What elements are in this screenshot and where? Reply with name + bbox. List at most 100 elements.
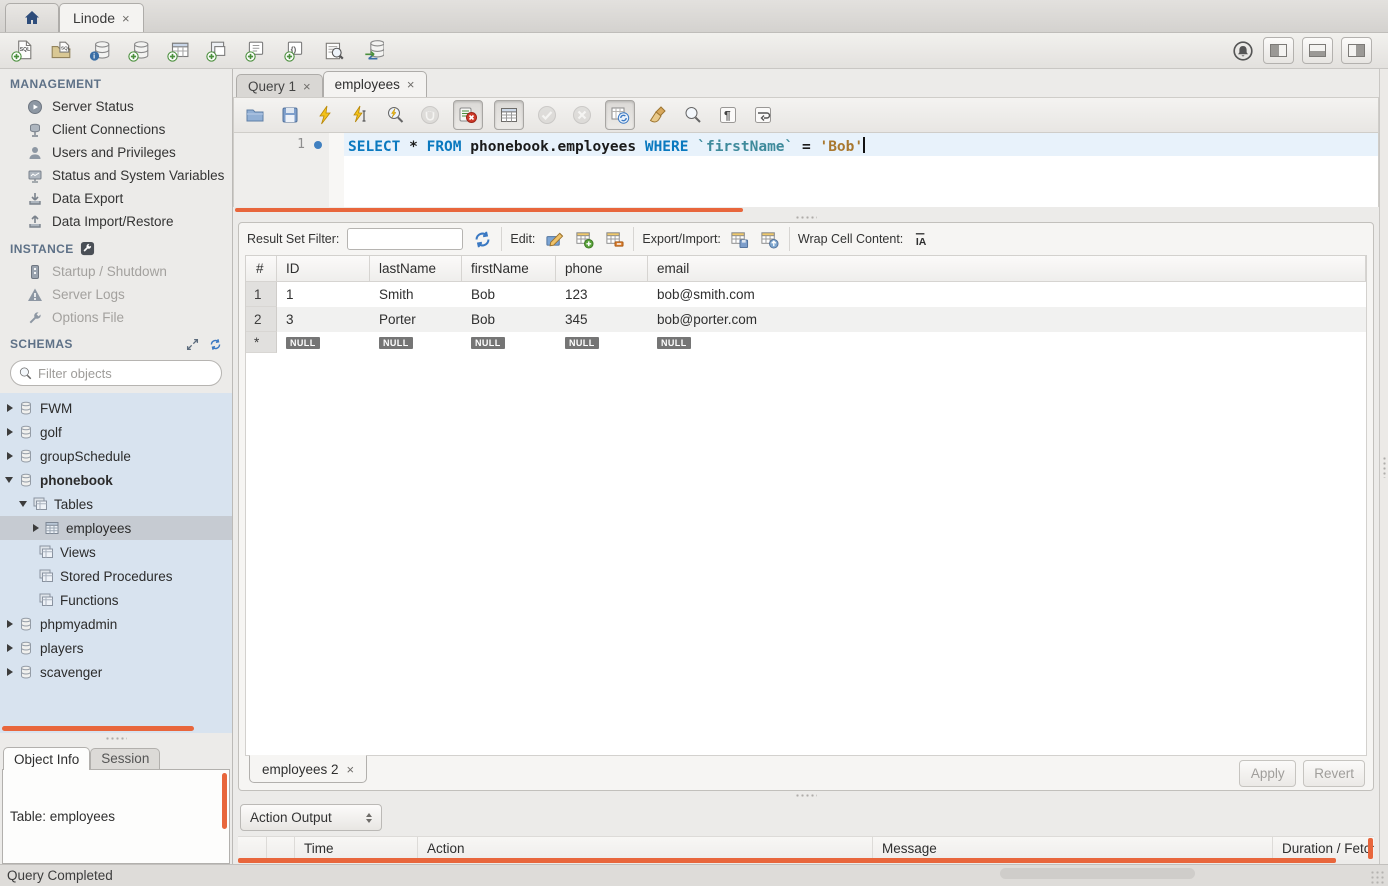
tree-item-stored-procedures-folder[interactable]: Stored Procedures xyxy=(0,564,232,588)
bottom-scrollbar-thumb[interactable] xyxy=(1000,868,1195,879)
cell-id[interactable]: 1 xyxy=(277,282,370,307)
expander-icon[interactable] xyxy=(19,501,27,507)
sidebar-splitter[interactable] xyxy=(0,733,232,743)
tree-item-schema-phonebook[interactable]: phonebook xyxy=(0,468,232,492)
cell-firstname[interactable]: Bob xyxy=(462,282,556,307)
find-icon[interactable] xyxy=(681,103,705,127)
result-filter-input[interactable] xyxy=(347,228,463,250)
notification-bell-icon[interactable] xyxy=(1231,39,1255,63)
search-table-data-icon[interactable] xyxy=(322,39,346,63)
cell-phone[interactable]: 345 xyxy=(556,307,648,332)
cell-phone[interactable]: 123 xyxy=(556,282,648,307)
explain-plan-icon[interactable] xyxy=(383,103,407,127)
tree-item-tables-folder[interactable]: Tables xyxy=(0,492,232,516)
tree-horizontal-scrollbar[interactable] xyxy=(2,726,194,731)
output-type-select[interactable]: Action Output xyxy=(240,804,382,831)
inspect-database-icon[interactable] xyxy=(88,39,112,63)
editor-result-splitter[interactable] xyxy=(233,213,1379,222)
tree-item-schema-phpmyadmin[interactable]: phpmyadmin xyxy=(0,612,232,636)
toggle-stop-on-error-icon[interactable] xyxy=(453,100,483,130)
refresh-results-icon[interactable] xyxy=(471,229,493,249)
apply-button[interactable]: Apply xyxy=(1239,760,1296,787)
execute-query-icon[interactable] xyxy=(313,103,337,127)
result-tab-employees-2[interactable]: employees 2 × xyxy=(249,755,367,783)
toggle-sidebar-panel-button[interactable] xyxy=(1263,37,1294,64)
column-header-id[interactable]: ID xyxy=(277,256,370,281)
expander-icon[interactable] xyxy=(7,428,13,436)
window-resize-grip-icon[interactable] xyxy=(1370,870,1384,884)
limit-rows-icon[interactable] xyxy=(494,100,524,130)
wrap-cell-content-icon[interactable] xyxy=(911,229,933,249)
sidebar-item-server-status[interactable]: Server Status xyxy=(0,95,232,118)
output-horizontal-scrollbar[interactable] xyxy=(238,858,1336,863)
close-icon[interactable]: × xyxy=(122,11,130,26)
table-row[interactable]: 1 1 Smith Bob 123 bob@smith.com xyxy=(246,282,1366,307)
output-vertical-scrollbar[interactable] xyxy=(1368,838,1373,859)
data-transfer-icon[interactable] xyxy=(361,39,385,63)
column-header-firstname[interactable]: firstName xyxy=(462,256,556,281)
column-header-phone[interactable]: phone xyxy=(556,256,648,281)
column-header-lastname[interactable]: lastName xyxy=(370,256,462,281)
expander-icon[interactable] xyxy=(7,668,13,676)
sidebar-item-data-import[interactable]: Data Import/Restore xyxy=(0,210,232,233)
tree-item-schema-scavenger[interactable]: scavenger xyxy=(0,660,232,684)
open-sql-script-icon[interactable] xyxy=(49,39,73,63)
cell-lastname[interactable]: Porter xyxy=(370,307,462,332)
sidebar-item-server-logs[interactable]: Server Logs xyxy=(0,283,232,306)
column-header-num[interactable]: # xyxy=(246,256,277,281)
object-info-scrollbar[interactable] xyxy=(222,773,227,829)
tree-item-schema-players[interactable]: players xyxy=(0,636,232,660)
tree-item-functions-folder[interactable]: Functions xyxy=(0,588,232,612)
create-function-icon[interactable] xyxy=(283,39,307,63)
show-invisibles-icon[interactable] xyxy=(716,103,740,127)
expander-icon[interactable] xyxy=(7,404,13,412)
open-script-icon[interactable] xyxy=(243,103,267,127)
sidebar-item-options-file[interactable]: Options File xyxy=(0,306,232,329)
tree-item-table-employees[interactable]: employees xyxy=(0,516,232,540)
table-row[interactable]: 2 3 Porter Bob 345 bob@porter.com xyxy=(246,307,1366,332)
toggle-secondary-sidebar-button[interactable] xyxy=(1341,37,1372,64)
beautify-sql-icon[interactable] xyxy=(646,103,670,127)
cell-email[interactable]: bob@smith.com xyxy=(648,282,1366,307)
column-header-email[interactable]: email xyxy=(648,256,1366,281)
editor-horizontal-scrollbar[interactable] xyxy=(235,208,743,212)
column-header-index[interactable] xyxy=(267,837,295,860)
right-panel-splitter[interactable] xyxy=(1379,69,1388,864)
sidebar-item-startup-shutdown[interactable]: Startup / Shutdown xyxy=(0,260,232,283)
sql-code-area[interactable]: SELECT * FROM phonebook.employees WHERE … xyxy=(344,133,1378,207)
edit-cell-icon[interactable] xyxy=(543,229,565,249)
tab-query-1[interactable]: Query 1 × xyxy=(236,74,323,97)
export-recordset-icon[interactable] xyxy=(729,229,751,249)
create-view-icon[interactable] xyxy=(205,39,229,63)
column-header-duration-fetch[interactable]: Duration / Fetch xyxy=(1273,837,1374,860)
expander-icon[interactable] xyxy=(7,644,13,652)
column-header-message[interactable]: Message xyxy=(873,837,1273,860)
expander-icon[interactable] xyxy=(33,524,39,532)
sidebar-item-users-privileges[interactable]: Users and Privileges xyxy=(0,141,232,164)
sidebar-item-data-export[interactable]: Data Export xyxy=(0,187,232,210)
column-header-status-icon[interactable] xyxy=(238,837,267,860)
save-script-icon[interactable] xyxy=(278,103,302,127)
expander-icon[interactable] xyxy=(5,477,13,483)
import-records-icon[interactable] xyxy=(759,229,781,249)
tree-item-schema-fwm[interactable]: FWM xyxy=(0,396,232,420)
sql-editor[interactable]: 1 SELECT * FROM phonebook.employees WHER… xyxy=(233,133,1379,207)
result-output-splitter[interactable] xyxy=(233,791,1379,800)
execute-current-statement-icon[interactable] xyxy=(348,103,372,127)
cell-firstname[interactable]: Bob xyxy=(462,307,556,332)
refresh-schemas-icon[interactable] xyxy=(209,338,222,351)
home-tab[interactable] xyxy=(5,3,59,32)
insert-row-icon[interactable] xyxy=(573,229,595,249)
tab-object-info[interactable]: Object Info xyxy=(3,747,90,770)
sidebar-item-status-system-variables[interactable]: Status and System Variables xyxy=(0,164,232,187)
close-icon[interactable]: × xyxy=(347,762,355,777)
revert-button[interactable]: Revert xyxy=(1303,760,1365,787)
cell-id[interactable]: 3 xyxy=(277,307,370,332)
wrap-text-icon[interactable] xyxy=(751,103,775,127)
sidebar-item-client-connections[interactable]: Client Connections xyxy=(0,118,232,141)
create-schema-icon[interactable] xyxy=(127,39,151,63)
delete-row-icon[interactable] xyxy=(603,229,625,249)
schema-filter-input[interactable] xyxy=(38,366,214,381)
cell-email[interactable]: bob@porter.com xyxy=(648,307,1366,332)
expander-icon[interactable] xyxy=(7,452,13,460)
